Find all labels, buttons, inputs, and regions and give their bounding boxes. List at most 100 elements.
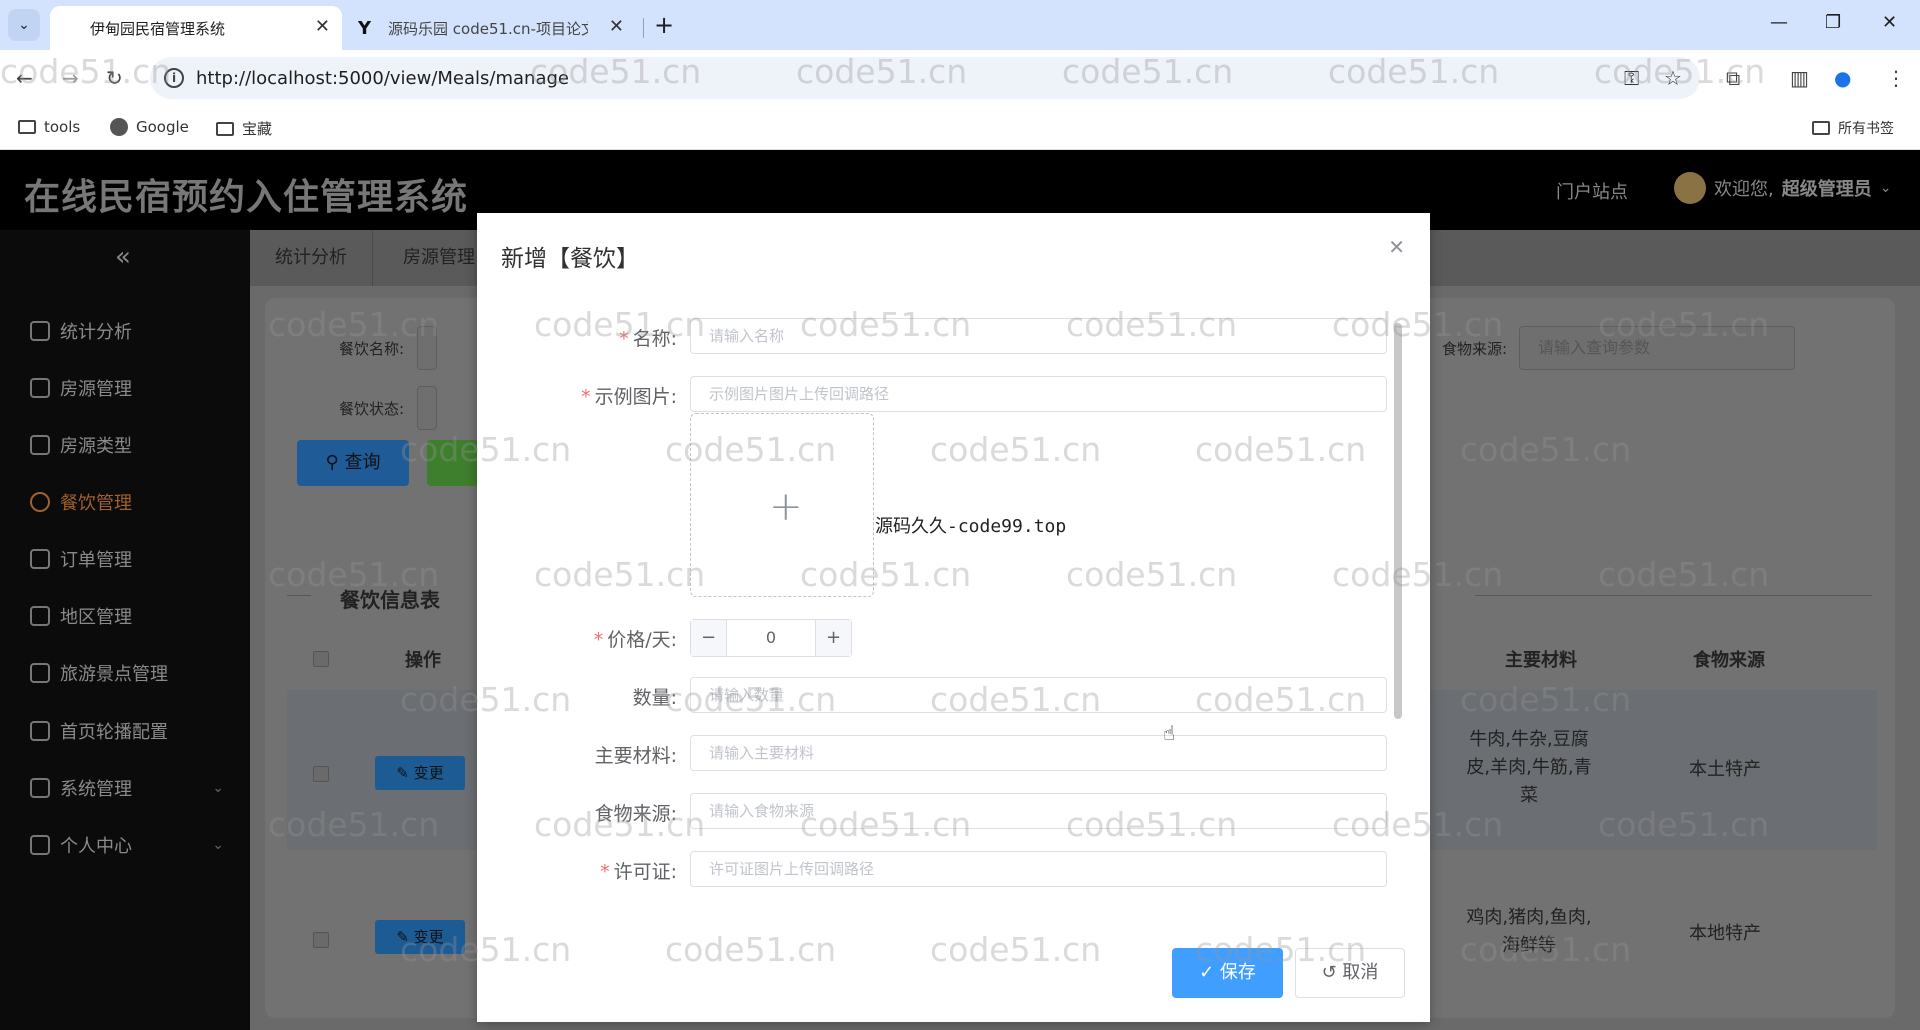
source-input[interactable]: 请输入食物来源 [690, 793, 1387, 829]
url-text[interactable]: http://localhost:5000/view/Meals/manage [196, 68, 569, 89]
row-checkbox[interactable] [313, 932, 329, 948]
sidebar-item-listing-types[interactable]: 房源类型 [0, 420, 250, 470]
select-all-checkbox[interactable] [313, 651, 329, 667]
gear-icon [30, 778, 50, 798]
edit-label: 变更 [413, 764, 444, 782]
app-title: 在线民宿预约入住管理系统 [24, 177, 469, 218]
omnibox[interactable]: i http://localhost:5000/view/Meals/manag… [150, 57, 1700, 99]
extensions-icon[interactable]: ⧉ [1726, 66, 1740, 90]
price-value[interactable]: 0 [727, 620, 815, 656]
profile-icon[interactable]: ● [1834, 66, 1851, 90]
username: 超级管理员 [1781, 179, 1872, 200]
forward-icon[interactable]: → [62, 66, 79, 90]
doc-icon [30, 606, 50, 626]
close-icon[interactable]: ✕ [1388, 235, 1405, 259]
new-tab-button[interactable]: + [648, 9, 680, 41]
all-bookmarks[interactable]: 所有书签 [1812, 118, 1894, 138]
close-icon[interactable]: ✕ [315, 16, 330, 37]
sidebar-item-listings[interactable]: 房源管理 [0, 363, 250, 413]
sidebar-item-regions[interactable]: 地区管理 [0, 591, 250, 641]
sidebar-item-stats[interactable]: 统计分析 [0, 306, 250, 356]
portal-link[interactable]: 门户站点 [1556, 178, 1628, 204]
upload-note: 源码久久-code99.top [875, 516, 1067, 537]
image-icon [30, 378, 50, 398]
star-icon [30, 835, 50, 855]
th-actions: 操作 [405, 650, 441, 671]
divider [287, 595, 311, 596]
save-button[interactable]: ✓ 保存 [1172, 948, 1283, 998]
divider [1475, 595, 1872, 596]
cancel-button[interactable]: ↺ 取消 [1295, 948, 1405, 998]
filter-source-input[interactable]: 请输入查询参数 [1519, 326, 1795, 370]
folder-icon [216, 121, 234, 136]
cancel-label: 取消 [1342, 962, 1379, 983]
sidebar-item-attractions[interactable]: 旅游景点管理 [0, 648, 250, 698]
window-close-icon[interactable]: ✕ [1882, 12, 1897, 33]
sidebar-item-label: 房源管理 [60, 379, 132, 400]
query-label: 查询 [344, 452, 381, 473]
price-label: * 价格/天: [593, 629, 677, 651]
sidebar-item-label: 订单管理 [60, 550, 132, 571]
edit-icon: ✎ [396, 928, 409, 946]
materials-label: 主要材料: [594, 745, 677, 767]
th-materials: 主要材料 [1505, 650, 1577, 671]
browser-tab[interactable]: Y 源码乐园 code51.cn-项目论文 ✕ [346, 6, 636, 50]
tab-stats[interactable]: 统计分析 [250, 230, 373, 286]
check-icon: ✓ [1199, 962, 1215, 983]
sidebar-item-profile[interactable]: 个人中心 ⌄ [0, 820, 250, 870]
browser-tab-active[interactable]: 伊甸园民宿管理系统 ✕ [50, 6, 342, 50]
filter-status-select[interactable] [417, 386, 437, 430]
bookmark-tools[interactable]: tools [18, 118, 80, 136]
save-label: 保存 [1219, 962, 1256, 983]
back-icon[interactable]: ← [16, 66, 33, 90]
sidebar-item-system[interactable]: 系统管理 ⌄ [0, 763, 250, 813]
close-icon[interactable]: ✕ [609, 16, 624, 37]
key-icon[interactable]: ⚿ [1624, 66, 1639, 90]
edit-button[interactable]: ✎ 变更 [375, 920, 465, 954]
quantity-input[interactable]: 请输入数量 [690, 677, 1387, 713]
bookmark-treasure[interactable]: 宝藏 [216, 118, 272, 139]
sidepanel-icon[interactable]: ▥ [1790, 66, 1809, 90]
reload-icon[interactable]: ↻ [106, 66, 123, 90]
mail-icon [30, 549, 50, 569]
chevron-down-icon: ⌄ [1879, 180, 1892, 196]
plus-icon: + [769, 484, 803, 530]
increment-button[interactable]: + [815, 620, 851, 656]
welcome-text: 欢迎您, [1714, 179, 1774, 200]
image-uploader[interactable]: + [690, 413, 874, 597]
decrement-button[interactable]: − [691, 620, 727, 656]
scrollbar[interactable] [1394, 323, 1402, 719]
cell-source: 本地特产 [1689, 923, 1761, 944]
sidebar-item-orders[interactable]: 订单管理 [0, 534, 250, 584]
license-path-input[interactable]: 许可证图片上传回调路径 [690, 851, 1387, 887]
section-title: 餐饮信息表 [340, 588, 440, 612]
user-menu[interactable]: 欢迎您, 超级管理员 ⌄ [1674, 172, 1891, 204]
edit-button[interactable]: ✎ 变更 [375, 756, 465, 790]
row-checkbox[interactable] [313, 766, 329, 782]
chevron-down-icon: ⌄ [212, 837, 224, 853]
bookmarks-bar: tools Google 宝藏 所有书签 [0, 108, 1920, 150]
star-icon[interactable]: ☆ [1664, 66, 1682, 90]
filter-name-label: 餐饮名称: [339, 340, 405, 358]
restore-icon[interactable]: ❐ [1825, 12, 1841, 33]
materials-input[interactable]: 请输入主要材料 [690, 735, 1387, 771]
image-path-input[interactable]: 示例图片图片上传回调路径 [690, 376, 1387, 412]
price-stepper[interactable]: − 0 + [690, 619, 852, 657]
edit-label: 变更 [413, 928, 444, 946]
favicon-icon: Y [358, 18, 372, 39]
site-info-icon[interactable]: i [164, 68, 184, 88]
menu-icon[interactable]: ⋮ [1886, 66, 1906, 90]
name-input[interactable]: 请输入名称 [690, 318, 1387, 354]
th-source: 食物来源 [1693, 650, 1765, 671]
bookmark-google[interactable]: Google [110, 118, 189, 136]
query-button[interactable]: ⚲ 查询 [297, 440, 409, 486]
cloud-icon [30, 321, 50, 341]
tab-search-button[interactable]: ⌄ [8, 9, 40, 41]
collapse-icon[interactable]: « [115, 242, 131, 272]
minimize-icon[interactable]: — [1770, 12, 1788, 33]
tab-title: 伊甸园民宿管理系统 [90, 20, 226, 38]
filter-name-input[interactable] [417, 326, 437, 370]
sidebar-item-carousel[interactable]: 首页轮播配置 [0, 706, 250, 756]
required-mark: * [593, 629, 604, 651]
sidebar-item-meals[interactable]: 餐饮管理 [0, 477, 250, 527]
